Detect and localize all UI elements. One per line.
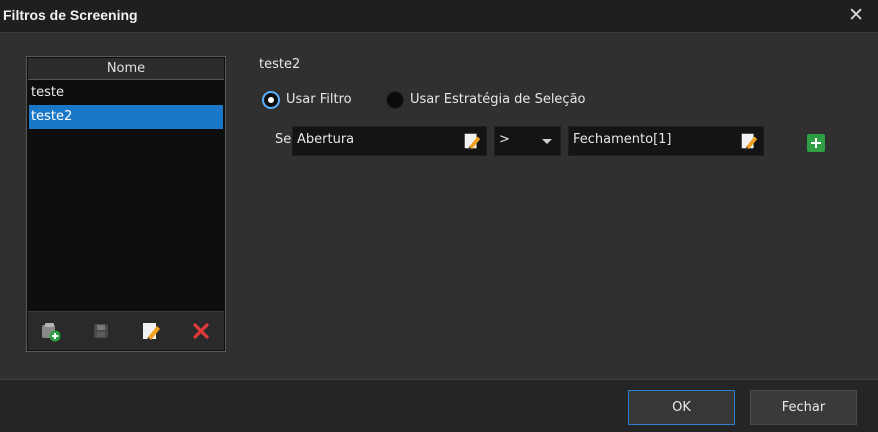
radio-unchecked-icon xyxy=(386,91,404,109)
close-button[interactable]: Fechar xyxy=(750,390,857,425)
list-item-selected[interactable]: teste2 xyxy=(29,105,223,129)
dialog-content: Nome teste teste2 teste2 Usar Filtro Usa… xyxy=(0,33,878,379)
list-toolbar xyxy=(28,311,224,350)
left-operand-value: Abertura xyxy=(297,132,355,147)
edit-expression-icon[interactable] xyxy=(739,131,759,151)
right-operand-value: Fechamento[1] xyxy=(573,132,672,147)
radio-label: Usar Estratégia de Seleção xyxy=(410,92,586,107)
list-item[interactable]: teste xyxy=(29,81,223,105)
operator-select[interactable]: > xyxy=(494,126,561,156)
screening-list: Nome teste teste2 xyxy=(26,56,226,352)
radio-checked-icon xyxy=(262,91,280,109)
chevron-down-icon xyxy=(542,139,552,144)
edit-expression-icon[interactable] xyxy=(462,131,482,151)
list-column-header[interactable]: Nome xyxy=(28,58,224,80)
add-condition-icon[interactable] xyxy=(807,134,825,152)
left-operand-field[interactable]: Abertura xyxy=(292,126,487,156)
operator-value: > xyxy=(499,132,510,147)
condition-prefix: Se xyxy=(275,132,292,147)
filter-name: teste2 xyxy=(259,57,301,72)
save-icon[interactable] xyxy=(90,320,112,342)
window-title: Filtros de Screening xyxy=(3,7,138,23)
delete-icon[interactable] xyxy=(190,320,212,342)
close-icon[interactable]: ✕ xyxy=(848,3,864,27)
right-operand-field[interactable]: Fechamento[1] xyxy=(568,126,764,156)
radio-label: Usar Filtro xyxy=(286,92,352,107)
title-bar: Filtros de Screening ✕ xyxy=(0,0,878,33)
edit-icon[interactable] xyxy=(140,320,162,342)
add-folder-icon[interactable] xyxy=(40,320,62,342)
ok-button[interactable]: OK xyxy=(628,390,735,425)
dialog-footer: OK Fechar xyxy=(0,379,878,432)
